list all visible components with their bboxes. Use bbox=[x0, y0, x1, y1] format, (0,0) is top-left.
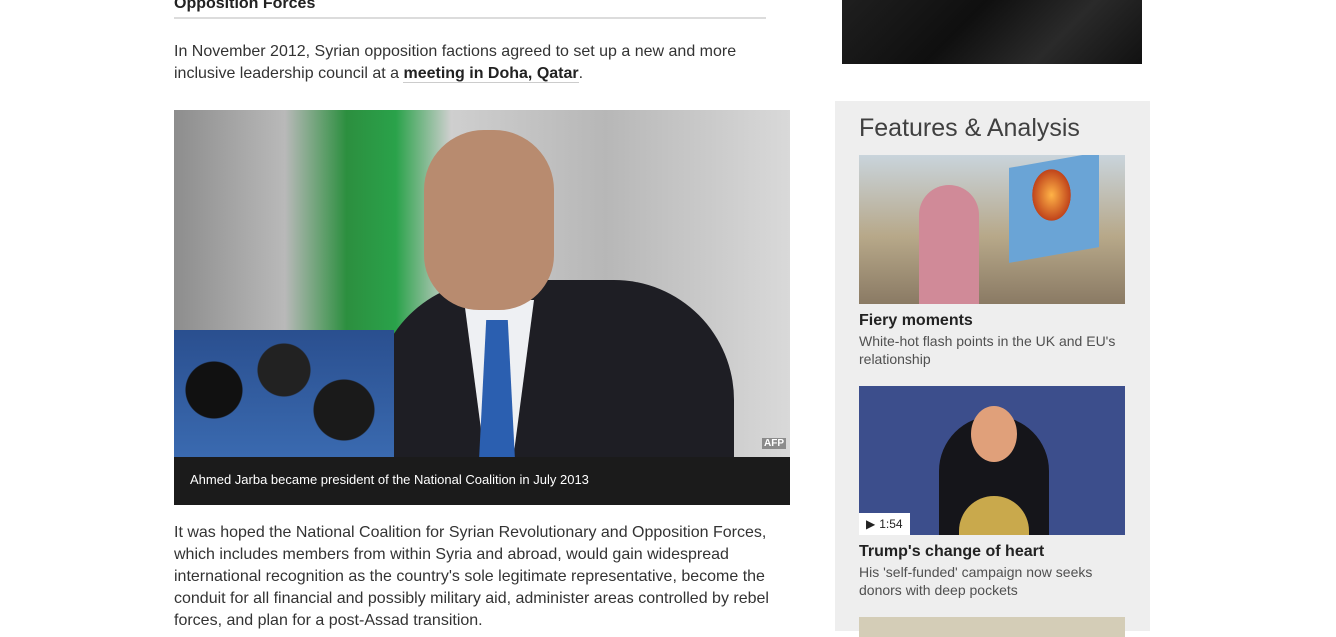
doha-meeting-link[interactable]: meeting in Doha, Qatar bbox=[403, 65, 579, 83]
video-duration: 1:54 bbox=[879, 517, 903, 531]
card-thumbnail[interactable]: ▶ 1:54 bbox=[859, 386, 1125, 535]
video-duration-badge[interactable]: ▶ 1:54 bbox=[859, 513, 910, 535]
card-summary: His 'self-funded' campaign now seeks don… bbox=[859, 564, 1093, 598]
play-icon: ▶ bbox=[866, 517, 876, 531]
thumb-person bbox=[919, 185, 979, 304]
figure-caption: Ahmed Jarba became president of the Nati… bbox=[190, 472, 589, 487]
feature-card-thumbnail-partial[interactable] bbox=[859, 617, 1125, 637]
card-title[interactable]: Trump's change of heart bbox=[859, 542, 1125, 561]
photo-microphones bbox=[174, 330, 394, 457]
card-summary: White-hot flash points in the UK and EU'… bbox=[859, 333, 1116, 367]
article-figure: AFP Ahmed Jarba became president of the … bbox=[174, 110, 790, 505]
section-subheading: Opposition Forces bbox=[174, 0, 766, 19]
photo-suit bbox=[374, 280, 734, 457]
paragraph-text-end: . bbox=[578, 65, 584, 82]
photo-head bbox=[424, 130, 554, 310]
card-thumbnail[interactable] bbox=[859, 155, 1125, 304]
sidebar-top-image[interactable] bbox=[842, 0, 1142, 64]
feature-card-fiery-moments[interactable]: Fiery moments White-hot flash points in … bbox=[859, 155, 1125, 368]
thumb-face bbox=[971, 406, 1017, 462]
features-analysis-panel: Features & Analysis Fiery moments White-… bbox=[835, 101, 1150, 637]
feature-card-trump[interactable]: ▶ 1:54 Trump's change of heart His 'self-… bbox=[859, 386, 1125, 599]
thumb-fire bbox=[1029, 165, 1074, 225]
article-paragraph: In November 2012, Syrian opposition fact… bbox=[174, 41, 774, 85]
panel-title: Features & Analysis bbox=[859, 114, 1080, 142]
ahmed-jarba-photo: AFP bbox=[174, 110, 790, 457]
card-title[interactable]: Fiery moments bbox=[859, 311, 1125, 330]
article-paragraph-2: It was hoped the National Coalition for … bbox=[174, 524, 769, 629]
photo-credit: AFP bbox=[762, 438, 786, 449]
